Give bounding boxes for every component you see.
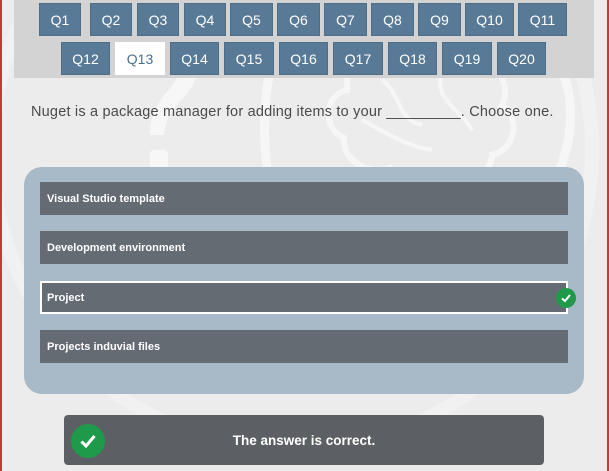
check-circle-icon <box>556 288 576 308</box>
question-button-q18[interactable]: Q18 <box>388 42 437 75</box>
question-button-q2[interactable]: Q2 <box>90 3 132 36</box>
question-button-q14[interactable]: Q14 <box>170 42 219 75</box>
question-button-q8[interactable]: Q8 <box>371 3 414 36</box>
question-button-q1[interactable]: Q1 <box>39 3 81 36</box>
question-button-q7[interactable]: Q7 <box>324 3 367 36</box>
question-button-q20[interactable]: Q20 <box>497 42 546 75</box>
question-button-q16[interactable]: Q16 <box>279 42 328 75</box>
feedback-banner: The answer is correct. <box>64 415 544 465</box>
question-button-q15[interactable]: Q15 <box>224 42 274 75</box>
question-text: Nuget is a package manager for adding it… <box>31 104 554 120</box>
answer-label: Projects induvial files <box>47 340 161 353</box>
answer-option-4[interactable]: Projects induvial files <box>40 330 568 363</box>
answer-label: Visual Studio template <box>47 192 165 205</box>
question-button-q13[interactable]: Q13 <box>115 42 165 75</box>
question-button-q17[interactable]: Q17 <box>333 42 383 75</box>
question-button-q6[interactable]: Q6 <box>277 3 320 36</box>
answer-option-1[interactable]: Visual Studio template <box>40 182 568 215</box>
answer-option-2[interactable]: Development environment <box>40 231 568 264</box>
check-circle-icon <box>71 424 105 458</box>
question-button-q4[interactable]: Q4 <box>184 3 226 36</box>
question-button-q9[interactable]: Q9 <box>418 3 461 36</box>
answer-label: Project <box>47 291 85 304</box>
answer-option-3[interactable]: Project <box>40 281 576 314</box>
question-button-q19[interactable]: Q19 <box>442 42 492 75</box>
question-navigation: Q1 Q2 Q3 Q4 Q5 Q6 Q7 Q8 Q9 Q10 Q11 Q12 Q… <box>14 0 594 78</box>
answers-panel: Visual Studio template Development envir… <box>24 167 584 394</box>
answer-label: Development environment <box>47 241 186 254</box>
question-button-q3[interactable]: Q3 <box>137 3 179 36</box>
question-button-q12[interactable]: Q12 <box>61 42 110 75</box>
question-button-q11[interactable]: Q11 <box>518 3 567 36</box>
feedback-message: The answer is correct. <box>232 432 376 448</box>
question-button-q10[interactable]: Q10 <box>465 3 514 36</box>
question-button-q5[interactable]: Q5 <box>230 3 273 36</box>
